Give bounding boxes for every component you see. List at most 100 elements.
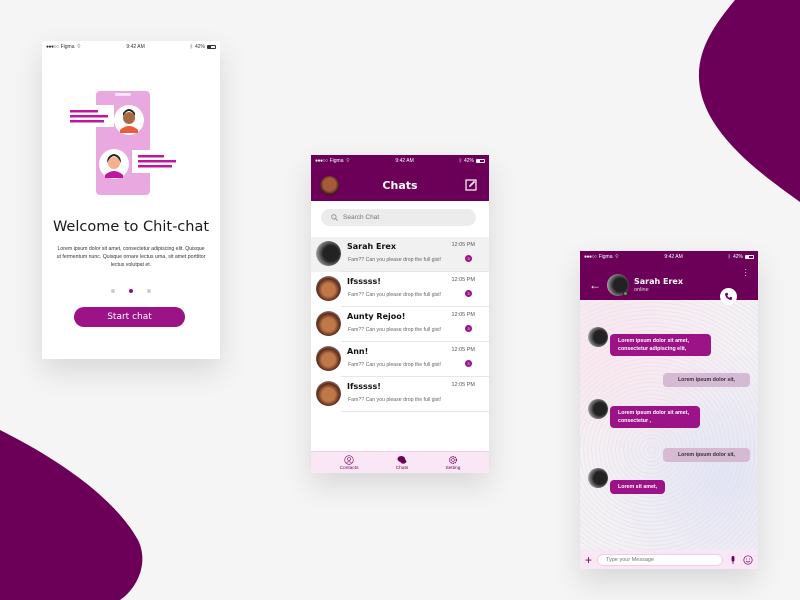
contact-name: Sarah Erex	[634, 277, 683, 286]
battery-icon	[206, 45, 216, 49]
outgoing-message: Lorem ipsum dolor sit,	[663, 448, 750, 462]
message-composer: +	[580, 550, 758, 569]
chat-list-item[interactable]: Ifsssss! Fam?? Can you please drop the f…	[311, 272, 489, 307]
message-preview: Fam?? Can you please drop the full gist!	[348, 292, 442, 298]
status-bar: ●●●○○ Figma ⌔ 9:42 AM ᛒ 42%	[311, 155, 489, 166]
clock: 9:42 AM	[664, 254, 683, 260]
bottom-tab-bar: Contacts Chats Setting	[311, 451, 489, 473]
battery-percent: 42%	[732, 254, 743, 260]
contact-name: Ifsssss!	[347, 277, 381, 286]
incoming-message: Lorem sit amet,	[610, 480, 666, 494]
incoming-message: Lorem ipsum dolor sit amet, consectetur …	[610, 406, 700, 428]
message-preview: Fam?? Can you please drop the full gist!	[348, 327, 442, 333]
avatar	[588, 327, 608, 347]
message-area: Lorem ipsum dolor sit amet, consectetur …	[580, 300, 758, 550]
tab-setting[interactable]: Setting	[445, 455, 460, 471]
bluetooth-icon: ᛒ	[458, 157, 462, 164]
search-input[interactable]	[343, 214, 453, 221]
bluetooth-icon: ᛒ	[189, 44, 193, 50]
message-time: 12:05 PM	[451, 382, 475, 388]
welcome-title: Welcome to Chit-chat	[52, 219, 210, 235]
page-dot-active[interactable]	[129, 289, 133, 293]
status-bar: ●●●○○ Figma ⌔ 9:42 AM ᛒ 42%	[42, 41, 220, 53]
message-time: 12:05 PM	[451, 347, 475, 353]
chat-list: Sarah Erex Fam?? Can you please drop the…	[311, 237, 489, 412]
unread-badge: 3	[465, 255, 472, 262]
tab-contacts[interactable]: Contacts	[340, 454, 359, 471]
tab-label: Chats	[395, 465, 409, 471]
avatar	[316, 276, 341, 301]
phone-icon	[725, 292, 733, 300]
tab-chats[interactable]: Chats	[395, 455, 409, 471]
carrier-label: Figma	[329, 157, 344, 164]
decorative-blob-top-right	[698, 0, 800, 202]
battery-percent: 42%	[194, 44, 205, 50]
chat-list-item[interactable]: Sarah Erex Fam?? Can you please drop the…	[311, 237, 489, 272]
search-icon	[331, 214, 338, 221]
avatar	[316, 346, 341, 371]
battery-icon	[475, 158, 485, 163]
contact-name: Ifsssss!	[347, 382, 381, 391]
carrier-label: Figma	[60, 44, 75, 50]
incoming-message: Lorem ipsum dolor sit amet, consectetur …	[610, 334, 711, 356]
onboarding-screen: ●●●○○ Figma ⌔ 9:42 AM ᛒ 42% Welcome to Chit…	[42, 41, 220, 359]
start-chat-button[interactable]: Start chat	[74, 307, 185, 327]
tab-label: Setting	[445, 465, 461, 471]
decorative-blob-bottom-left	[0, 430, 143, 600]
status-bar: ●●●○○ Figma ⌔ 9:42 AM ᛒ 42%	[580, 251, 758, 263]
contact-icon	[344, 454, 354, 465]
chat-bubbles-icon	[397, 455, 407, 464]
message-preview: Fam?? Can you please drop the full gist!	[348, 257, 442, 263]
chats-screen: ●●●○○Figma⌔ 9:42 AM ᛒ42% Chats Sarah Ere…	[311, 155, 489, 473]
message-time: 12:05 PM	[451, 242, 475, 248]
message-preview: Fam?? Can you please drop the full gist!	[348, 362, 442, 368]
contact-name: Sarah Erex	[347, 242, 396, 251]
microphone-icon[interactable]	[728, 555, 738, 565]
wifi-icon: ⌔	[614, 254, 620, 260]
contact-name: Aunty Rejoo!	[347, 312, 406, 321]
chat-illustration	[66, 91, 182, 195]
signal-icon: ●●●○○	[46, 44, 59, 50]
page-indicator	[42, 289, 220, 293]
page-dot[interactable]	[111, 289, 115, 293]
search-bar[interactable]	[321, 209, 476, 226]
signal-icon: ●●●○○	[584, 254, 597, 260]
conversation-screen: ●●●○○ Figma ⌔ 9:42 AM ᛒ 42% ← Sarah Erex on…	[580, 251, 758, 569]
avatar	[316, 311, 341, 336]
chat-list-item[interactable]: Ifsssss! Fam?? Can you please drop the f…	[311, 377, 489, 412]
emoji-icon[interactable]	[743, 554, 753, 565]
avatar	[316, 381, 341, 406]
battery-icon	[744, 255, 754, 259]
message-time: 12:05 PM	[451, 312, 475, 318]
avatar	[316, 241, 341, 266]
message-input[interactable]	[597, 553, 723, 566]
page-dot[interactable]	[147, 289, 151, 293]
welcome-description: Lorem ipsum dolor sit amet, consectetur …	[56, 246, 206, 268]
unread-badge: 3	[465, 290, 472, 297]
compose-icon[interactable]	[465, 179, 477, 191]
wifi-icon: ⌔	[76, 44, 82, 50]
avatar	[588, 399, 608, 419]
call-button[interactable]	[720, 288, 737, 305]
chat-list-item[interactable]: Ann! Fam?? Can you please drop the full …	[311, 342, 489, 377]
online-indicator	[623, 291, 628, 296]
bluetooth-icon: ᛒ	[727, 254, 731, 260]
battery-percent: 42%	[463, 157, 474, 164]
divider	[341, 411, 489, 412]
chats-header: ●●●○○ Figma ⌔ 9:42 AM ᛒ 42% Chats	[311, 155, 489, 201]
add-attachment-icon[interactable]: +	[585, 554, 592, 566]
page-title: Chats	[382, 179, 418, 192]
clock: 9:42 AM	[126, 44, 145, 50]
back-arrow-icon[interactable]: ←	[589, 278, 601, 292]
avatar	[588, 468, 608, 488]
contact-name: Ann!	[347, 347, 369, 356]
signal-icon: ●●●○○	[315, 157, 328, 164]
unread-badge: 3	[465, 325, 472, 332]
message-preview: Fam?? Can you please drop the full gist!	[348, 397, 442, 403]
more-options-icon[interactable]: · · ·	[744, 266, 747, 280]
message-time: 12:05 PM	[451, 277, 475, 283]
contact-status: online	[634, 287, 649, 293]
unread-badge: 3	[465, 360, 472, 367]
chat-list-item[interactable]: Aunty Rejoo! Fam?? Can you please drop t…	[311, 307, 489, 342]
wifi-icon: ⌔	[345, 157, 351, 164]
